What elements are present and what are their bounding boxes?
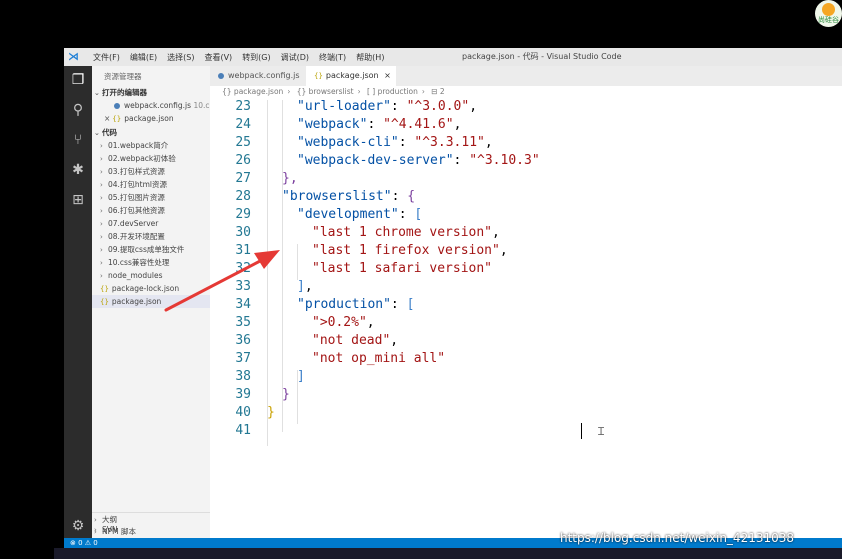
annotation-arrow-icon [164, 250, 280, 312]
screen: 尚硅谷 ⋊ 文件(F) 编辑(E) 选择(S) 查看(V) 转到(G) 调试(D… [0, 0, 842, 559]
